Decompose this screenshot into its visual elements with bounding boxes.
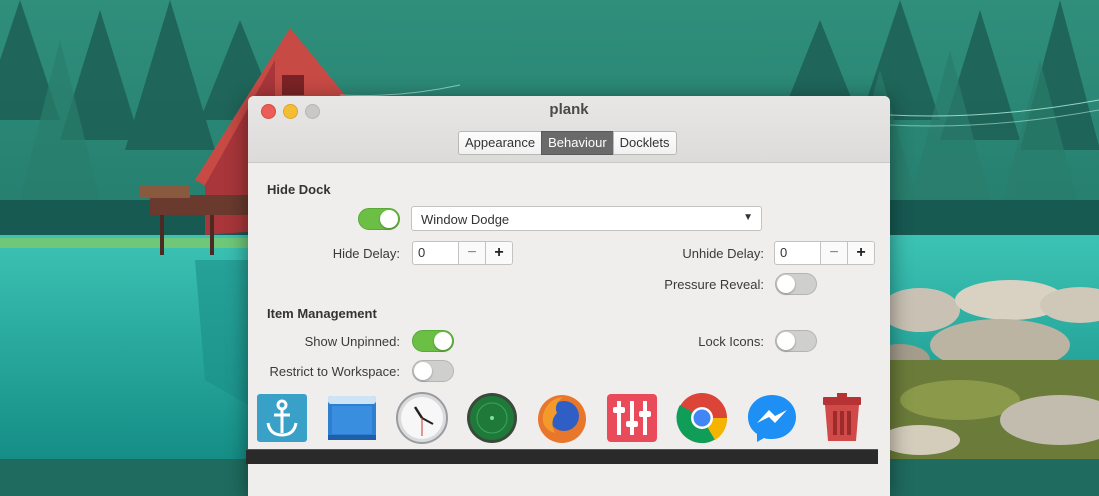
item-management-heading: Item Management: [267, 306, 377, 321]
hide-dock-toggle[interactable]: [358, 208, 400, 230]
window-title: plank: [549, 101, 589, 118]
unhide-delay-decrement-button[interactable]: −: [820, 242, 847, 264]
hide-dock-heading: Hide Dock: [267, 182, 331, 197]
messenger-icon[interactable]: [745, 391, 799, 445]
lock-icons-toggle[interactable]: [775, 330, 817, 352]
hide-mode-value: Window Dodge: [421, 212, 510, 227]
restrict-workspace-toggle[interactable]: [412, 360, 454, 382]
hide-mode-dropdown[interactable]: Window Dodge ▼: [411, 206, 762, 231]
trash-icon[interactable]: [815, 391, 869, 445]
window-app-icon[interactable]: [325, 391, 379, 445]
toggle-knob: [777, 332, 795, 350]
mixer-icon[interactable]: [605, 391, 659, 445]
lock-icons-label: Lock Icons:: [698, 334, 764, 349]
titlebar: plank Appearance Behaviour Docklets: [248, 96, 890, 163]
tab-bar: Appearance Behaviour Docklets: [458, 131, 677, 155]
unhide-delay-increment-button[interactable]: +: [847, 242, 874, 264]
toggle-knob: [414, 362, 432, 380]
hide-delay-spinner: 0 − +: [412, 241, 513, 265]
firefox-icon[interactable]: [535, 391, 589, 445]
pressure-reveal-label: Pressure Reveal:: [664, 277, 764, 292]
unhide-delay-input[interactable]: 0: [775, 242, 820, 264]
hide-delay-input[interactable]: 0: [413, 242, 458, 264]
dropdown-arrow-icon: ▼: [743, 212, 753, 223]
show-unpinned-toggle[interactable]: [412, 330, 454, 352]
tab-appearance[interactable]: Appearance: [458, 131, 543, 155]
tab-behaviour[interactable]: Behaviour: [541, 131, 614, 155]
toggle-knob: [434, 332, 452, 350]
hide-delay-increment-button[interactable]: +: [485, 242, 512, 264]
dock-background: [246, 449, 878, 464]
plank-anchor-icon[interactable]: [255, 391, 309, 445]
clock-icon[interactable]: [395, 391, 449, 445]
tab-docklets[interactable]: Docklets: [612, 131, 677, 155]
toggle-knob: [380, 210, 398, 228]
chrome-icon[interactable]: [675, 391, 729, 445]
unhide-delay-spinner: 0 − +: [774, 241, 875, 265]
show-unpinned-label: Show Unpinned:: [304, 334, 400, 349]
hide-delay-label: Hide Delay:: [332, 246, 400, 261]
hide-delay-decrement-button[interactable]: −: [458, 242, 485, 264]
pressure-reveal-toggle[interactable]: [775, 273, 817, 295]
unhide-delay-label: Unhide Delay:: [682, 246, 764, 261]
radar-icon[interactable]: [465, 391, 519, 445]
restrict-workspace-label: Restrict to Workspace:: [269, 364, 400, 379]
toggle-knob: [777, 275, 795, 293]
